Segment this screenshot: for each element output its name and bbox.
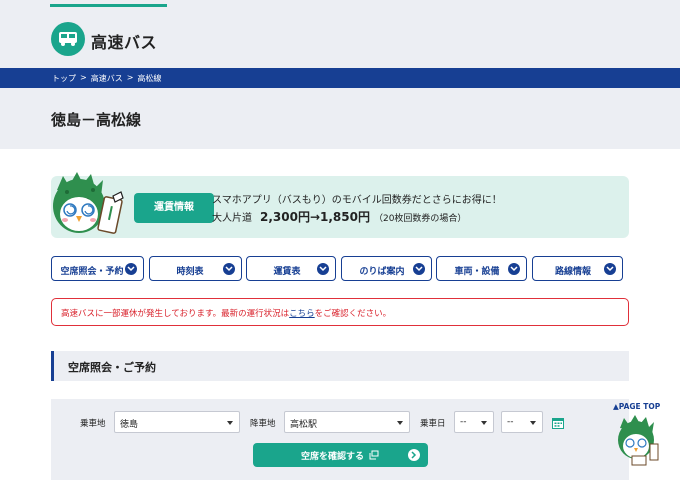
calendar-icon[interactable]	[552, 417, 564, 429]
chevron-down-icon	[125, 263, 137, 275]
chevron-down-icon	[317, 263, 329, 275]
promo-banner: 運賃情報 スマホアプリ（バスもり）のモバイル回数券だとさらにお得に！ 大人片道 2…	[51, 172, 629, 238]
breadcrumb-item-highway-bus[interactable]: 高速バス	[91, 73, 123, 84]
breadcrumb-bar: トップ > 高速バス > 高松線	[0, 68, 680, 88]
alighting-value: 高松駅	[290, 420, 318, 430]
promo-price-note: （20枚回数券の場合）	[373, 214, 467, 224]
nav-label: 運賃表	[273, 267, 301, 277]
date-label: 乗車日	[420, 419, 446, 429]
nav-bus-stop-guide[interactable]: のりば案内	[341, 256, 432, 281]
promo-price: 2,300円→1,850円	[260, 210, 370, 224]
boarding-label: 乗車地	[80, 419, 106, 429]
alert-text-after: をご確認ください。	[314, 309, 392, 319]
alighting-label: 降車地	[250, 419, 276, 429]
mascot-icon[interactable]	[614, 414, 664, 466]
promo-price-line: 大人片道 2,300円→1,850円 （20枚回数券の場合）	[212, 208, 466, 225]
breadcrumb-item-top[interactable]: トップ	[52, 73, 76, 84]
alighting-select[interactable]: 高松駅	[284, 411, 410, 433]
date-day-value: --	[507, 417, 514, 427]
dropdown-arrow-icon	[481, 421, 487, 425]
date-day-select[interactable]: --	[501, 411, 543, 433]
seat-search-panel: 乗車地 徳島 降車地 高松駅 乗車日 -- -- 空席を確認する	[51, 399, 629, 480]
page-title: 徳島－高松線	[51, 111, 142, 129]
nav-fare-table[interactable]: 運賃表	[246, 256, 336, 281]
nav-label: 時刻表	[176, 267, 204, 277]
breadcrumb-separator: >	[126, 73, 134, 82]
new-window-icon	[369, 450, 379, 460]
date-month-select[interactable]: --	[454, 411, 494, 433]
alert-text: 高速バスに一部運休が発生しております。最新の運行状況はこちらをご確認ください。	[61, 307, 391, 319]
nav-label: 車両・設備	[454, 267, 500, 277]
site-header: 高速バス	[0, 0, 680, 68]
nav-route-info[interactable]: 路線情報	[532, 256, 623, 281]
alert-text-before: 高速バスに一部運休が発生しております。最新の運行状況は	[61, 309, 290, 319]
header-accent-bar	[50, 4, 167, 7]
breadcrumb: トップ > 高速バス > 高松線	[52, 73, 161, 84]
boarding-select[interactable]: 徳島	[114, 411, 240, 433]
nav-label: のりば案内	[359, 267, 405, 277]
mascot-icon	[53, 172, 124, 234]
chevron-down-icon	[508, 263, 520, 275]
check-availability-label: 空席を確認する	[301, 452, 365, 462]
service-alert: 高速バスに一部運休が発生しております。最新の運行状況はこちらをご確認ください。	[51, 298, 629, 326]
dropdown-arrow-icon	[397, 421, 403, 425]
nav-timetable[interactable]: 時刻表	[149, 256, 242, 281]
site-title[interactable]: 高速バス	[91, 29, 157, 53]
nav-label: 路線情報	[554, 267, 591, 277]
nav-vehicle-facilities[interactable]: 車両・設備	[436, 256, 527, 281]
page-top-link[interactable]: ▲PAGE TOP	[613, 402, 660, 411]
bus-icon[interactable]	[51, 22, 85, 56]
section-heading: 空席照会・ご予約	[51, 351, 629, 381]
chevron-down-icon	[223, 263, 235, 275]
chevron-down-icon	[413, 263, 425, 275]
nav-seat-reservation[interactable]: 空席照会・予約	[51, 256, 144, 281]
chevron-down-icon	[604, 263, 616, 275]
title-band: 徳島－高松線	[0, 88, 680, 149]
promo-text: スマホアプリ（バスもり）のモバイル回数券だとさらにお得に！	[212, 195, 502, 206]
nav-label: 空席照会・予約	[60, 267, 124, 277]
check-availability-button[interactable]: 空席を確認する	[253, 443, 428, 467]
chevron-right-icon	[408, 449, 420, 461]
section-title: 空席照会・ご予約	[68, 361, 156, 374]
dropdown-arrow-icon	[530, 421, 536, 425]
fare-info-button[interactable]: 運賃情報	[134, 193, 214, 223]
date-month-value: --	[460, 417, 467, 427]
boarding-value: 徳島	[120, 420, 139, 430]
dropdown-arrow-icon	[227, 421, 233, 425]
alert-link[interactable]: こちら	[289, 309, 315, 319]
breadcrumb-item-current: 高松線	[137, 74, 162, 83]
breadcrumb-separator: >	[80, 73, 87, 82]
promo-price-prefix: 大人片道	[212, 213, 252, 224]
